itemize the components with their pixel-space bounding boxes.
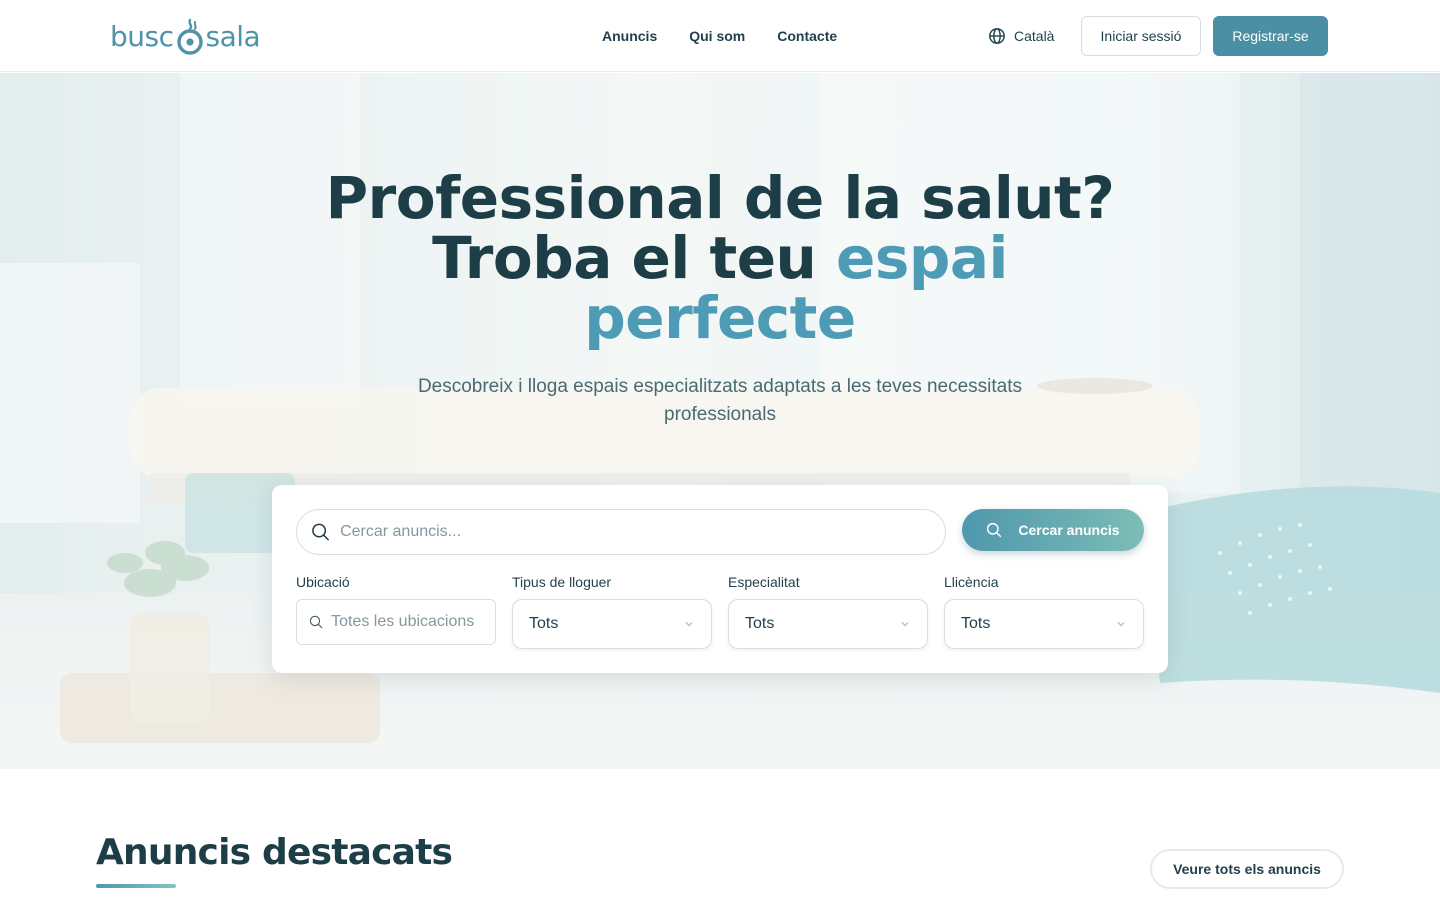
- hero-subtitle: Descobreix i lloga espais especialitzats…: [417, 376, 1023, 425]
- filter-location-label: Ubicació: [296, 574, 350, 590]
- specialty-value: Tots: [745, 615, 775, 632]
- search-button-icon: [987, 522, 1002, 538]
- view-all-listings-button[interactable]: Veure tots els anuncis: [1150, 849, 1344, 889]
- filter-rental-type-label: Tipus de lloguer: [512, 574, 612, 590]
- hero-title-accent-2: perfecte: [584, 284, 856, 352]
- search-field[interactable]: [296, 509, 946, 555]
- filter-license-label: Llicència: [944, 574, 999, 590]
- nav-item-qui-som[interactable]: Qui som: [689, 26, 745, 46]
- language-label: Català: [1014, 28, 1055, 44]
- logo-text-right: sala: [205, 19, 261, 53]
- globe-icon: [989, 28, 1005, 44]
- register-button[interactable]: Registrar-se: [1213, 16, 1328, 56]
- specialty-select[interactable]: Tots: [728, 599, 928, 649]
- filter-rental-type: Tipus de lloguer Tots: [512, 573, 712, 649]
- search-button[interactable]: Cercar anuncis: [962, 509, 1144, 551]
- search-input[interactable]: [340, 523, 945, 541]
- filter-specialty: Especialitat Tots: [728, 573, 928, 649]
- title-underline: [96, 884, 176, 888]
- search-card: Cercar anuncis Ubicació Tipus de lloguer…: [272, 485, 1168, 673]
- filter-specialty-label: Especialitat: [728, 574, 800, 590]
- hero-title-accent-1: espai: [836, 224, 1008, 292]
- hero-title: Professional de la salut? Troba el teu e…: [320, 168, 1120, 348]
- filter-location: Ubicació: [296, 573, 496, 645]
- rental-type-value: Tots: [529, 615, 559, 632]
- search-button-label: Cercar anuncis: [1018, 522, 1120, 538]
- chevron-down-icon: [901, 622, 909, 627]
- login-button[interactable]: Iniciar sessió: [1081, 16, 1201, 56]
- nav-item-contacte[interactable]: Contacte: [777, 26, 837, 46]
- logo-mark-icon: [176, 18, 203, 55]
- site-header: busc sala Anuncis Qui som Contacte Catal…: [0, 0, 1440, 72]
- chevron-down-icon: [1117, 622, 1125, 627]
- language-selector[interactable]: Català: [988, 26, 1054, 46]
- main-nav: Anuncis Qui som Contacte: [602, 26, 837, 46]
- hero-title-line1: Professional de la salut?: [325, 164, 1115, 232]
- site-logo[interactable]: busc sala: [110, 14, 261, 58]
- license-select[interactable]: Tots: [944, 599, 1144, 649]
- chevron-down-icon: [685, 622, 693, 627]
- license-value: Tots: [961, 615, 991, 632]
- search-icon: [312, 523, 329, 541]
- location-field[interactable]: [296, 599, 496, 645]
- location-input[interactable]: [331, 613, 495, 631]
- hero-title-line2: Troba el teu: [432, 224, 837, 292]
- hero-section: Professional de la salut? Troba el teu e…: [0, 73, 1440, 769]
- logo-text-left: busc: [110, 19, 174, 53]
- nav-item-anuncis[interactable]: Anuncis: [602, 26, 657, 46]
- filter-license: Llicència Tots: [944, 573, 1144, 649]
- rental-type-select[interactable]: Tots: [512, 599, 712, 649]
- featured-section-title: Anuncis destacats: [96, 832, 453, 873]
- location-search-icon: [309, 615, 323, 629]
